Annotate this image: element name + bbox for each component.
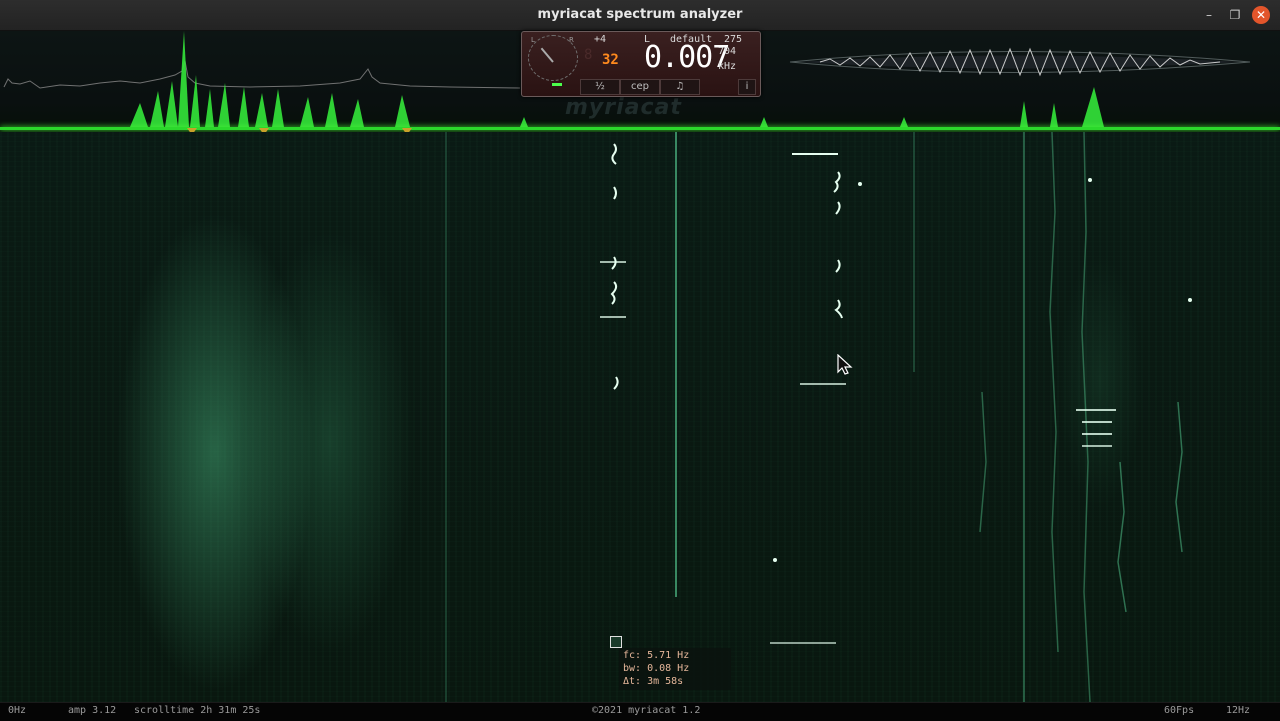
- frequency-unit: kHz: [718, 61, 737, 72]
- minimize-icon[interactable]: –: [1200, 6, 1218, 24]
- copyright-label: ©2021 myriacat 1.2: [592, 705, 701, 716]
- level-indicator: [552, 83, 562, 86]
- dial-needle-icon: [540, 47, 554, 63]
- frequency-small: 704: [718, 46, 737, 57]
- maximize-icon[interactable]: ❐: [1226, 6, 1244, 24]
- tab-cep[interactable]: cep: [620, 79, 660, 95]
- waterfall-traces: [445, 132, 1192, 702]
- waterfall-view[interactable]: [0, 132, 1280, 702]
- control-panel: L R +4 L default 275 8 32 0.007 704 kHz …: [521, 31, 761, 97]
- tab-half[interactable]: ½: [580, 79, 620, 95]
- info-fc: fc: 5.71 Hz: [623, 650, 690, 661]
- panel-tabs: ½ cep ♫ i: [580, 79, 756, 95]
- measurement-info: fc: 5.71 Hz bw: 0.08 Hz Δt: 3m 58s: [619, 648, 731, 690]
- octave-readout: 32: [602, 52, 619, 68]
- title-bar: myriacat spectrum analyzer – ❐ ✕: [0, 0, 1280, 31]
- dial-right-label: R: [569, 36, 574, 44]
- dial-left-label: L: [531, 36, 535, 44]
- tuning-dial[interactable]: L R: [528, 35, 578, 81]
- tab-music[interactable]: ♫: [660, 79, 700, 95]
- transpose-value: +4: [594, 34, 607, 45]
- freq-max-label: 12Hz: [1226, 705, 1251, 716]
- digit-shadow: 8: [584, 47, 593, 63]
- amp-label: amp 3.12: [68, 705, 117, 716]
- selection-marker[interactable]: [610, 636, 622, 648]
- fps-label: 60Fps: [1164, 705, 1195, 716]
- watermark-logo: myriacat: [565, 95, 682, 120]
- frequency-readout: 0.007: [644, 40, 730, 75]
- status-bar: 0Hz amp 3.12 scrolltime 2h 31m 25s ©2021…: [0, 702, 1280, 721]
- scrolltime-label: scrolltime 2h 31m 25s: [134, 705, 261, 716]
- close-icon[interactable]: ✕: [1252, 6, 1270, 24]
- info-dt: Δt: 3m 58s: [623, 676, 684, 687]
- info-bw: bw: 0.08 Hz: [623, 663, 690, 674]
- window-title: myriacat spectrum analyzer: [537, 7, 743, 22]
- info-icon[interactable]: i: [738, 79, 756, 95]
- freq-min-label: 0Hz: [8, 705, 27, 716]
